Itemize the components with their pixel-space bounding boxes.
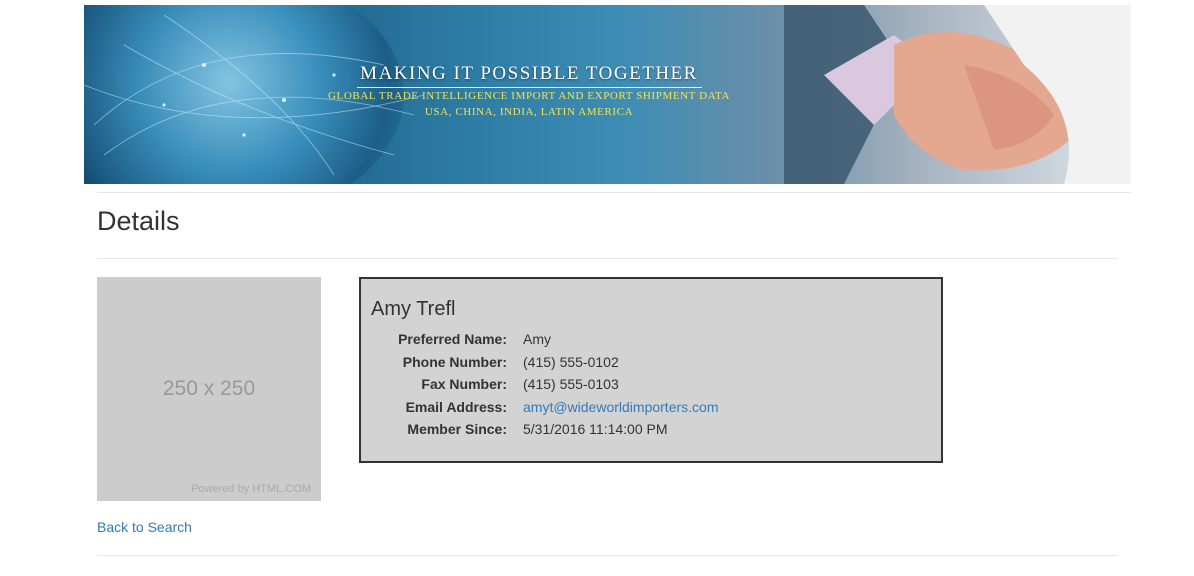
banner-rule	[356, 87, 702, 88]
banner-subline-2: USA, CHINA, INDIA, LATIN AMERICA	[424, 106, 634, 118]
phone-number-value: (415) 555-0102	[523, 353, 619, 370]
detail-row-phone: Phone Number: (415) 555-0102	[361, 354, 941, 377]
banner-headline: MAKING IT POSSIBLE TOGETHER	[360, 63, 698, 84]
handshake-image	[784, 5, 1131, 184]
placeholder-powered-label: Powered by HTML.COM	[191, 483, 311, 495]
email-address-link[interactable]: amyt@wideworldimporters.com	[523, 399, 718, 415]
phone-number-label: Phone Number:	[402, 353, 507, 370]
member-since-value: 5/31/2016 11:14:00 PM	[523, 421, 668, 437]
placeholder-size-label: 250 x 250	[162, 377, 256, 400]
details-list: Preferred Name: Amy Phone Number: (415) …	[361, 331, 941, 444]
detail-row-member-since: Member Since: 5/31/2016 11:14:00 PM	[361, 421, 941, 444]
detail-row-email: Email Address: amyt@wideworldimporters.c…	[361, 399, 941, 422]
banner-tagline: MAKING IT POSSIBLE TOGETHER GLOBAL TRADE…	[314, 63, 744, 118]
detail-row-preferred-name: Preferred Name: Amy	[361, 331, 941, 354]
email-address-label: Email Address:	[405, 398, 507, 415]
person-name: Amy Trefl	[371, 298, 456, 320]
person-details-card: Amy Trefl Preferred Name: Amy Phone Numb…	[359, 277, 943, 463]
banner-subline-1: GLOBAL TRADE INTELLIGENCE IMPORT AND EXP…	[327, 90, 731, 102]
fax-number-value: (415) 555-0103	[523, 376, 619, 392]
page-title: Details	[97, 206, 180, 236]
fax-number-label: Fax Number:	[421, 376, 507, 392]
header-banner: MAKING IT POSSIBLE TOGETHER GLOBAL TRADE…	[84, 5, 1131, 184]
divider	[97, 258, 1118, 259]
divider	[97, 192, 1131, 193]
divider	[97, 555, 1118, 556]
member-since-label: Member Since:	[407, 421, 507, 437]
preferred-name-label: Preferred Name:	[398, 331, 507, 347]
profile-image-placeholder: 250 x 250 Powered by HTML.COM	[97, 277, 321, 501]
back-to-search-link[interactable]: Back to Search	[97, 519, 192, 535]
preferred-name-value: Amy	[523, 331, 551, 347]
detail-row-fax: Fax Number: (415) 555-0103	[361, 376, 941, 399]
